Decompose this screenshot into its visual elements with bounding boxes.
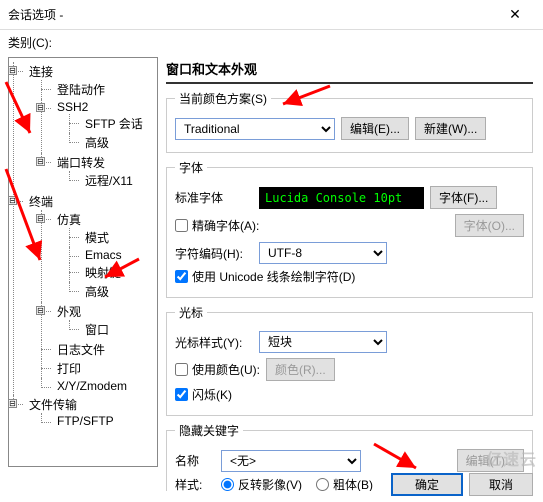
titlebar: 会话选项 - ✕: [0, 0, 543, 30]
radio-bold-row[interactable]: 粗体(B): [316, 476, 373, 491]
scheme-edit-button[interactable]: 编辑(E)...: [341, 117, 409, 140]
encoding-label: 字符编码(H):: [175, 245, 253, 262]
cursor-color-button: 颜色(R)...: [266, 358, 335, 381]
tree-item-window[interactable]: 窗口: [83, 323, 111, 337]
exact-font-checkbox[interactable]: [175, 219, 188, 232]
unicode-checkbox[interactable]: [175, 270, 188, 283]
font-button[interactable]: 字体(F)...: [430, 186, 497, 209]
tree-item-login-actions[interactable]: 登陆动作: [55, 83, 107, 97]
radio-reverse[interactable]: [221, 478, 234, 491]
settings-panel: 窗口和文本外观 当前颜色方案(S) Traditional 编辑(E)... 新…: [166, 57, 535, 491]
dialog-footer: 确定 取消: [391, 473, 533, 496]
encoding-select[interactable]: UTF-8: [259, 242, 387, 264]
cancel-button[interactable]: 取消: [469, 473, 533, 496]
tree-toggle-icon[interactable]: ⊟: [8, 66, 17, 75]
panel-title: 窗口和文本外观: [166, 57, 533, 84]
font-legend: 字体: [175, 159, 207, 176]
exact-font-checkbox-row[interactable]: 精确字体(A):: [175, 217, 259, 234]
tree-item-ssh2[interactable]: SSH2: [55, 100, 90, 114]
tree-toggle-icon[interactable]: ⊟: [36, 306, 45, 315]
tree-item-port-forward[interactable]: 端口转发: [55, 156, 107, 170]
tree-item-xyzmodem[interactable]: X/Y/Zmodem: [55, 379, 129, 393]
use-color-checkbox[interactable]: [175, 363, 188, 376]
hidden-name-label: 名称: [175, 452, 215, 469]
close-button[interactable]: ✕: [495, 1, 535, 29]
tree-item-appearance[interactable]: 外观: [55, 305, 83, 319]
tree-item-emulation[interactable]: 仿真: [55, 213, 83, 227]
tree-item-file-transfer[interactable]: 文件传输: [27, 398, 79, 412]
tree-item-remote-x11[interactable]: 远程/X11: [83, 174, 135, 188]
radio-bold[interactable]: [316, 478, 329, 491]
cursor-legend: 光标: [175, 304, 207, 321]
window-title: 会话选项 -: [8, 6, 63, 23]
ok-button[interactable]: 确定: [391, 473, 463, 496]
close-icon: ✕: [509, 6, 521, 23]
radio-bold-label: 粗体(B): [333, 476, 373, 491]
use-color-checkbox-row[interactable]: 使用颜色(U):: [175, 361, 260, 378]
unicode-checkbox-row[interactable]: 使用 Unicode 线条绘制字符(D): [175, 268, 524, 285]
tree-toggle-icon[interactable]: ⊟: [8, 399, 17, 408]
tree-item-terminal[interactable]: 终端: [27, 195, 55, 209]
tree-item-advanced[interactable]: 高级: [83, 136, 111, 150]
tree-toggle-icon[interactable]: ⊟: [36, 214, 45, 223]
hidden-style-label: 样式:: [175, 476, 215, 491]
tree-item-connection[interactable]: 连接: [27, 65, 55, 79]
tree-toggle-icon[interactable]: ⊟: [36, 157, 45, 166]
watermark: 亿速云: [486, 446, 537, 470]
tree-item-sftp-session[interactable]: SFTP 会话: [83, 117, 145, 131]
radio-reverse-row[interactable]: 反转影像(V): [221, 476, 302, 491]
hidden-style-radios: 反转影像(V) 粗体(B): [221, 476, 373, 491]
hidden-legend: 隐藏关键字: [175, 422, 243, 439]
cursor-group: 光标 光标样式(Y): 短块 使用颜色(U): 颜色(R)...: [166, 304, 533, 416]
use-color-label: 使用颜色(U):: [192, 361, 260, 378]
tree-item-advanced-2[interactable]: 高级: [83, 285, 111, 299]
unicode-label: 使用 Unicode 线条绘制字符(D): [192, 268, 355, 285]
tree-toggle-icon[interactable]: ⊟: [8, 196, 17, 205]
blink-checkbox[interactable]: [175, 388, 188, 401]
hidden-name-select[interactable]: <无>: [221, 450, 361, 472]
tree-toggle-icon[interactable]: ⊟: [36, 103, 45, 112]
tree-item-ftp-sftp[interactable]: FTP/SFTP: [55, 414, 116, 428]
scheme-select[interactable]: Traditional: [175, 118, 335, 140]
cursor-style-label: 光标样式(Y):: [175, 334, 253, 351]
category-tree[interactable]: ⊟ 连接 登陆动作 ⊟ SSH2 SFTP 会话 高级 ⊟ 端口转发 远程/X11: [8, 57, 158, 467]
tree-item-logfile[interactable]: 日志文件: [55, 343, 107, 357]
font-group: 字体 标准字体 Lucida Console 10pt 字体(F)... 精确字…: [166, 159, 533, 298]
blink-label: 闪烁(K): [192, 386, 232, 403]
tree-item-print[interactable]: 打印: [55, 362, 83, 376]
category-label: 类别(C):: [0, 30, 543, 53]
font-o-button: 字体(O)...: [455, 214, 524, 237]
color-scheme-legend: 当前颜色方案(S): [175, 90, 271, 107]
font-preview: Lucida Console 10pt: [259, 187, 424, 209]
exact-font-label: 精确字体(A):: [192, 217, 259, 234]
blink-checkbox-row[interactable]: 闪烁(K): [175, 386, 524, 403]
tree-item-modes[interactable]: 模式: [83, 231, 111, 245]
scheme-new-button[interactable]: 新建(W)...: [415, 117, 486, 140]
tree-item-mapped-keys[interactable]: 映射键: [83, 266, 123, 280]
cursor-style-select[interactable]: 短块: [259, 331, 387, 353]
tree-item-emacs[interactable]: Emacs: [83, 248, 124, 262]
color-scheme-group: 当前颜色方案(S) Traditional 编辑(E)... 新建(W)...: [166, 90, 533, 153]
standard-font-label: 标准字体: [175, 189, 253, 206]
radio-reverse-label: 反转影像(V): [238, 476, 302, 491]
